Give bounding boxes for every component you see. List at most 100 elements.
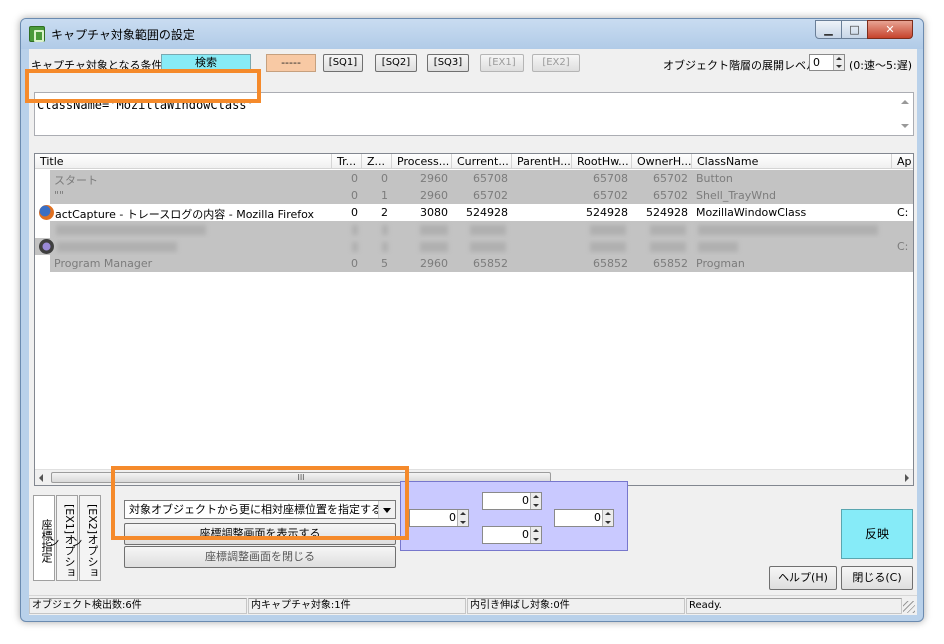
cell-classname: MozillaWindowClass: [696, 206, 807, 219]
cell-title: Program Manager: [54, 257, 153, 270]
col-z[interactable]: Z...: [362, 154, 392, 169]
cell-process: 2960: [420, 189, 448, 202]
sq1-button[interactable]: [SQ1]: [323, 54, 363, 72]
condition-textbox[interactable]: ClassName='MozillaWindowClass': [34, 92, 914, 136]
close-button[interactable]: 閉じる(C): [841, 566, 913, 590]
cell-root: 524928: [586, 206, 628, 219]
blurred-cell: [420, 225, 448, 235]
cell-classname: Button: [696, 172, 733, 185]
expand-level-spinner[interactable]: 0: [809, 54, 845, 71]
offset-left-spinner[interactable]: 0: [409, 509, 469, 527]
blurred-cell: [698, 225, 878, 235]
table-row[interactable]: Program Manager 0 5 2960 65852 65852 658…: [50, 255, 913, 272]
search-button[interactable]: 検索: [161, 54, 251, 72]
cell-ap: C:: [897, 206, 909, 219]
cell-owner: 65702: [653, 172, 688, 185]
window-title: キャプチャ対象範囲の設定: [51, 28, 195, 42]
spinner-arrows-icon[interactable]: [530, 493, 541, 509]
cell-z: 5: [381, 257, 388, 270]
resize-grip-icon[interactable]: [903, 601, 915, 613]
scroll-right-icon[interactable]: [905, 474, 909, 482]
cell-owner: 524928: [646, 206, 688, 219]
blurred-title: [56, 225, 206, 235]
table-row-blurred[interactable]: C:: [35, 238, 913, 255]
col-process[interactable]: Process...: [392, 154, 452, 169]
cell-current: 65702: [473, 189, 508, 202]
col-title[interactable]: Title: [35, 154, 332, 169]
blurred-cell: [382, 242, 388, 252]
textbox-scrollbar[interactable]: [897, 93, 913, 135]
blurred-cell: [650, 242, 686, 252]
cell-classname: Shell_TrayWnd: [696, 189, 777, 202]
blurred-cell: [352, 225, 358, 235]
scroll-left-icon[interactable]: [39, 474, 43, 482]
table-row[interactable]: スタート 0 0 2960 65708 65708 65702 Button: [50, 170, 913, 187]
expand-level-hint: (0:速～5:遅): [849, 59, 912, 72]
help-button[interactable]: ヘルプ(H): [769, 566, 837, 590]
status-detected-count: オブジェクト検出数:6件: [29, 598, 247, 614]
col-parent[interactable]: ParentH...: [512, 154, 572, 169]
show-coordinate-screen-button[interactable]: 座標調整画面を表示する: [124, 523, 396, 545]
apply-button[interactable]: 反映: [841, 509, 913, 559]
close-coordinate-screen-button[interactable]: 座標調整画面を閉じる: [124, 546, 396, 568]
sq3-button[interactable]: [SQ3]: [427, 54, 469, 72]
sq2-button[interactable]: [SQ2]: [375, 54, 417, 72]
scroll-up-icon[interactable]: [901, 100, 909, 104]
status-stretch-count: 内引き伸ばし対象:0件: [467, 598, 685, 614]
cell-root: 65702: [593, 189, 628, 202]
cell-z: 2: [381, 206, 388, 219]
spinner-arrows-icon[interactable]: [457, 510, 468, 526]
table-row[interactable]: "" 0 1 2960 65702 65702 65702 Shell_Tray…: [50, 187, 913, 204]
ex1-button[interactable]: [EX1]: [480, 54, 524, 72]
col-ap[interactable]: Ap: [892, 154, 913, 169]
col-root[interactable]: RootHw...: [572, 154, 632, 169]
spinner-arrows-icon[interactable]: [530, 527, 541, 543]
blurred-cell: [382, 225, 388, 235]
dash-button[interactable]: -----: [266, 54, 316, 72]
firefox-icon: [39, 205, 54, 220]
capture-range-window: キャプチャ対象範囲の設定 ▁ □ ✕ キャプチャ対象となる条件: 検索 ----…: [20, 18, 924, 622]
blurred-cell: [420, 242, 448, 252]
blurred-cell: [470, 225, 506, 235]
table-row-selected[interactable]: actCapture - トレースログの内容 - Mozilla Firefox…: [35, 204, 913, 221]
close-window-button[interactable]: ✕: [867, 20, 913, 39]
coordinate-mode-value: 対象オブジェクトから更に相対座標位置を指定する: [129, 503, 382, 516]
col-owner[interactable]: OwnerH...: [632, 154, 692, 169]
cell-root: 65852: [593, 257, 628, 270]
minimize-button[interactable]: ▁: [815, 20, 842, 39]
col-classname[interactable]: ClassName: [692, 154, 892, 169]
blurred-cell: [590, 242, 626, 252]
offset-top-spinner[interactable]: 0: [482, 492, 542, 510]
cell-z: 0: [381, 172, 388, 185]
tab-ex2-option[interactable]: [EX2]オプション: [70, 495, 101, 581]
maximize-button[interactable]: □: [841, 20, 868, 39]
status-capture-count: 内キャプチャ対象:1件: [248, 598, 466, 614]
cell-tr: 0: [351, 257, 358, 270]
offset-bottom-value: 0: [522, 528, 529, 541]
cell-current: 65852: [473, 257, 508, 270]
cell-root: 65708: [593, 172, 628, 185]
coordinate-mode-select[interactable]: 対象オブジェクトから更に相対座標位置を指定する: [124, 500, 396, 519]
offset-right-spinner[interactable]: 0: [554, 509, 614, 527]
app-icon: [29, 26, 45, 42]
chevron-down-icon[interactable]: [378, 501, 395, 518]
spinner-arrows-icon[interactable]: [602, 510, 613, 526]
spinner-arrows-icon[interactable]: [833, 55, 844, 70]
offset-bottom-spinner[interactable]: 0: [482, 526, 542, 544]
scroll-down-icon[interactable]: [901, 124, 909, 128]
ex2-button[interactable]: [EX2]: [532, 54, 580, 72]
table-row-blurred[interactable]: [50, 221, 913, 238]
cell-current: 65708: [473, 172, 508, 185]
offset-top-value: 0: [522, 494, 529, 507]
status-state: Ready.: [686, 598, 902, 614]
cell-tr: 0: [351, 206, 358, 219]
cell-process: 2960: [420, 257, 448, 270]
object-list[interactable]: Title Tr... Z... Process... Current... P…: [34, 153, 914, 486]
title-bar[interactable]: キャプチャ対象範囲の設定 ▁ □ ✕: [21, 19, 923, 49]
list-header: Title Tr... Z... Process... Current... P…: [35, 154, 913, 169]
cell-current: 524928: [466, 206, 508, 219]
cell-classname: Progman: [696, 257, 745, 270]
col-tr[interactable]: Tr...: [332, 154, 362, 169]
blurred-cell: [698, 242, 738, 252]
col-current[interactable]: Current...: [452, 154, 512, 169]
